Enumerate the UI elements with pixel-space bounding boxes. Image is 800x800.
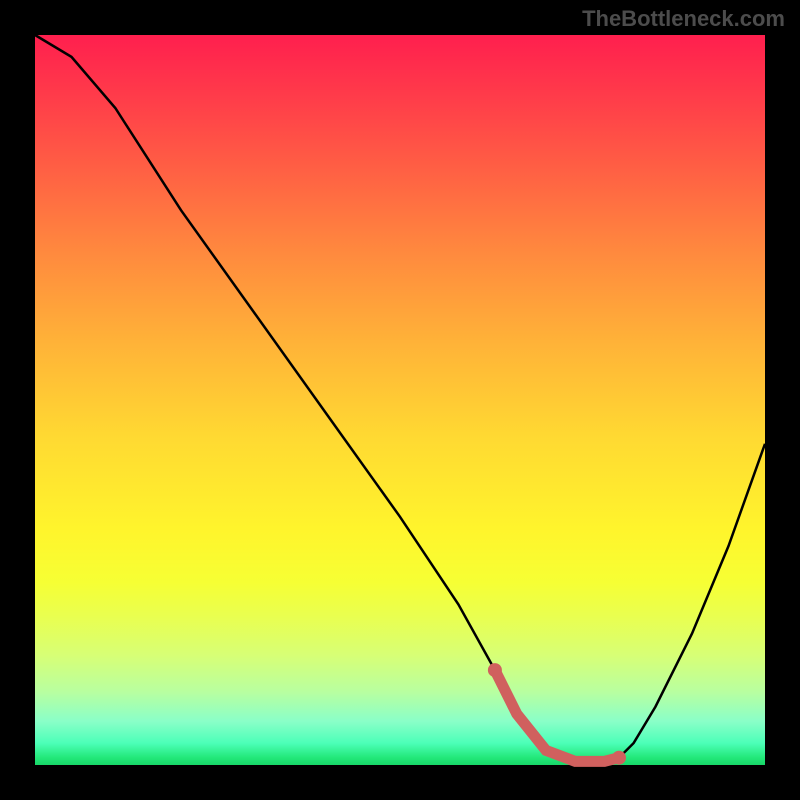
highlight-dot-start bbox=[488, 663, 502, 677]
plot-area bbox=[35, 35, 765, 765]
main-curve-line bbox=[35, 35, 765, 761]
highlight-dot-end bbox=[612, 751, 626, 765]
chart-container: TheBottleneck.com bbox=[0, 0, 800, 800]
curve-svg bbox=[35, 35, 765, 765]
watermark-text: TheBottleneck.com bbox=[582, 6, 785, 32]
highlight-segment bbox=[495, 670, 619, 761]
